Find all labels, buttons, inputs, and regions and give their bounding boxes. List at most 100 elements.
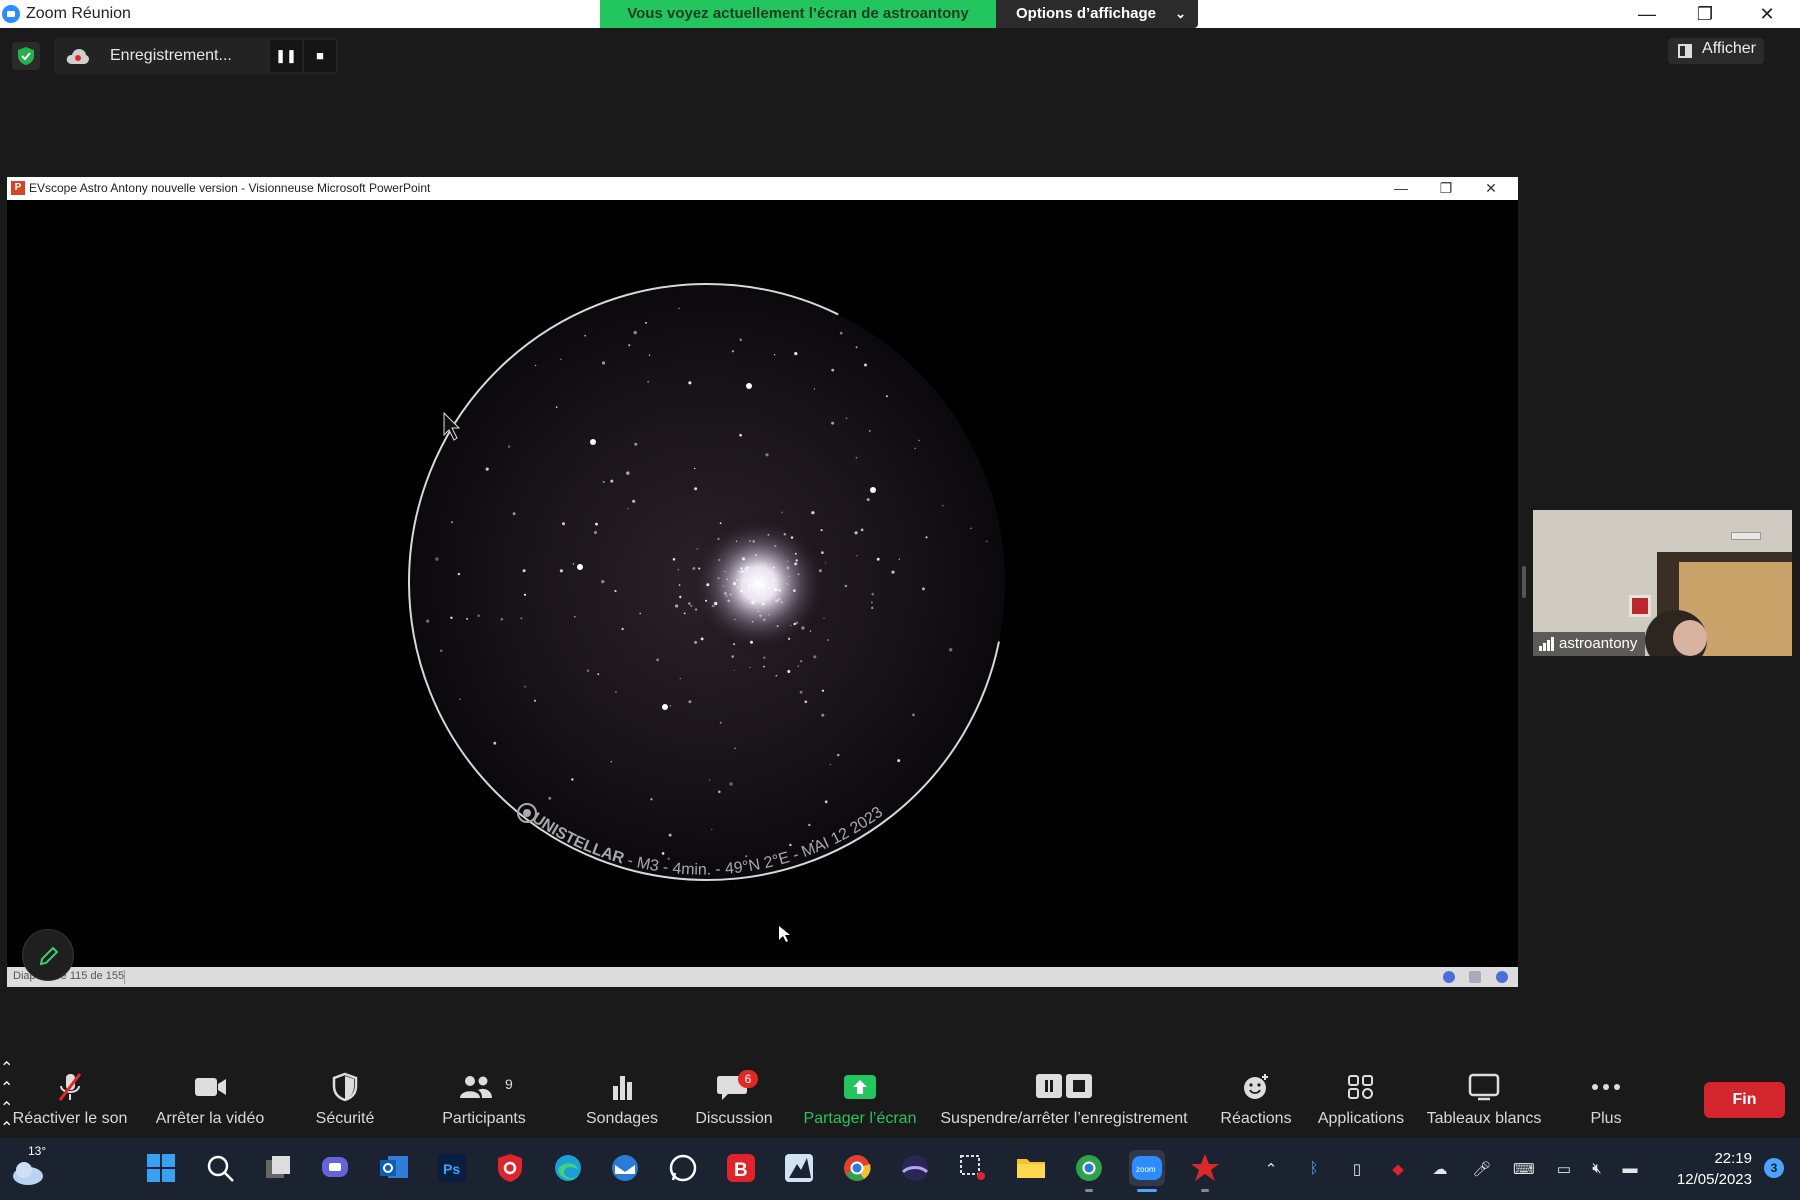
photoshop-icon[interactable]: Ps (434, 1150, 470, 1186)
notification-badge[interactable]: 3 (1764, 1158, 1784, 1178)
participant-nametag: astroantony (1533, 632, 1646, 656)
panel-resize-handle[interactable] (1522, 566, 1526, 598)
encryption-shield-icon[interactable] (12, 42, 40, 70)
chrome-profile-icon[interactable] (1071, 1150, 1107, 1192)
snipping-tool-icon[interactable] (955, 1150, 991, 1186)
share-screen-label: Partager l’écran (803, 1110, 917, 1127)
star (777, 597, 781, 601)
microphone-icon[interactable]: 🎤︎ (1472, 1160, 1492, 1178)
star (601, 580, 605, 584)
star (829, 763, 832, 766)
prev-slide-icon[interactable] (1443, 971, 1455, 983)
keyboard-icon[interactable]: ⌨ (1513, 1160, 1535, 1178)
star (787, 637, 791, 640)
view-options-button[interactable]: Options d’affichage ⌄ (996, 0, 1198, 28)
network-icon[interactable]: ▭ (1554, 1160, 1574, 1178)
star (668, 833, 672, 837)
star (845, 417, 848, 420)
onedrive-icon[interactable]: ☁ (1430, 1160, 1450, 1178)
participant-video-tile[interactable]: astroantony (1533, 510, 1792, 656)
star (669, 705, 672, 707)
search-icon[interactable] (202, 1150, 238, 1186)
star (634, 442, 638, 446)
star (672, 558, 676, 561)
star (732, 582, 737, 586)
security-button[interactable]: Sécurité (295, 1058, 395, 1138)
star (885, 395, 888, 398)
star (748, 596, 750, 599)
edge-browser-icon[interactable] (550, 1150, 586, 1186)
apps-button[interactable]: Applications (1316, 1058, 1406, 1138)
star-cluster-image: UNISTELLAR - M3 - 4min. - 49°N 2°E - MAI… (408, 283, 1006, 942)
unmute-button[interactable]: Réactiver le son (8, 1058, 132, 1138)
zoom-taskbar-icon[interactable]: zoom (1129, 1150, 1165, 1192)
reactions-button[interactable]: Réactions (1212, 1058, 1300, 1138)
clock-date: 12/05/2023 (1676, 1171, 1752, 1188)
whiteboards-button[interactable]: Tableaux blancs (1422, 1058, 1546, 1138)
ppt-minimize-button[interactable]: — (1387, 178, 1415, 198)
polls-button[interactable]: Sondages (576, 1058, 668, 1138)
share-screen-button[interactable]: Partager l’écran (800, 1058, 920, 1138)
outlook-icon[interactable] (376, 1150, 412, 1186)
whatsapp-icon[interactable] (665, 1150, 701, 1186)
stop-recording-button[interactable]: ■ (304, 40, 336, 72)
star (726, 595, 728, 597)
show-hidden-icons-icon[interactable]: ⌃ (1261, 1160, 1281, 1178)
wall-alarm (1629, 595, 1651, 617)
end-meeting-button[interactable]: Fin (1704, 1082, 1785, 1118)
star (627, 508, 629, 510)
star (426, 619, 430, 623)
star (520, 617, 523, 620)
file-explorer-icon[interactable] (1013, 1150, 1049, 1186)
menu-icon[interactable] (1469, 971, 1481, 983)
participants-icon (460, 1076, 492, 1098)
ppt-close-button[interactable]: ✕ (1477, 178, 1505, 198)
thunderbird-icon[interactable] (607, 1150, 643, 1186)
stop-video-button[interactable]: Arrêter la vidéo (148, 1058, 272, 1138)
star (794, 552, 797, 555)
astronomy-app-icon[interactable] (781, 1150, 817, 1186)
star (898, 558, 900, 560)
antivirus-icon[interactable]: ◆ (1388, 1160, 1408, 1178)
star (736, 586, 738, 588)
star (772, 566, 775, 569)
participants-button[interactable]: 9 Participants (428, 1058, 540, 1138)
mic-muted-icon (58, 1073, 82, 1101)
teams-chat-icon[interactable] (317, 1150, 353, 1186)
star (790, 536, 794, 539)
star (594, 531, 597, 534)
weather-cloud-icon[interactable] (10, 1158, 46, 1186)
star (804, 700, 808, 704)
slide-canvas[interactable]: UNISTELLAR - M3 - 4min. - 49°N 2°E - MAI… (7, 200, 1518, 967)
star (534, 364, 537, 367)
show-thumbnails-button[interactable]: Afficher (1668, 38, 1764, 64)
next-slide-icon[interactable] (1496, 971, 1508, 983)
chrome-icon[interactable] (839, 1150, 875, 1186)
app-b-icon[interactable]: B (723, 1150, 759, 1186)
red-app-icon[interactable] (1187, 1150, 1223, 1192)
star (717, 537, 720, 540)
more-button[interactable]: Plus (1566, 1058, 1646, 1138)
stellarium-icon[interactable] (897, 1150, 933, 1186)
pause-recording-button[interactable]: ❚❚ (270, 40, 302, 72)
annotate-pen-button[interactable] (22, 929, 74, 981)
participants-label: Participants (442, 1110, 526, 1127)
security-app-icon[interactable] (492, 1150, 528, 1186)
task-view-icon[interactable] (260, 1150, 296, 1186)
ppt-restore-button[interactable]: ❐ (1432, 178, 1460, 198)
star (821, 689, 825, 692)
usb-icon[interactable]: ▯ (1347, 1160, 1367, 1178)
speaker-muted-icon[interactable]: 🔇︎ (1587, 1160, 1607, 1178)
battery-icon[interactable]: ▬ (1620, 1160, 1640, 1178)
minimize-button[interactable]: — (1632, 2, 1662, 26)
whiteboard-icon (1468, 1073, 1500, 1101)
view-options-label: Options d’affichage (1016, 5, 1157, 22)
recording-control-button[interactable]: Suspendre/arrêter l’enregistrement (934, 1058, 1194, 1138)
close-button[interactable]: ✕ (1752, 2, 1782, 26)
star (524, 685, 527, 688)
taskbar-clock[interactable]: 22:19 12/05/2023 (1677, 1148, 1752, 1190)
start-menu-icon[interactable] (143, 1150, 179, 1186)
bluetooth-icon[interactable]: ᛒ (1304, 1160, 1324, 1178)
chat-button[interactable]: 6 Discussion (686, 1058, 782, 1138)
restore-button[interactable]: ❐ (1690, 2, 1720, 26)
